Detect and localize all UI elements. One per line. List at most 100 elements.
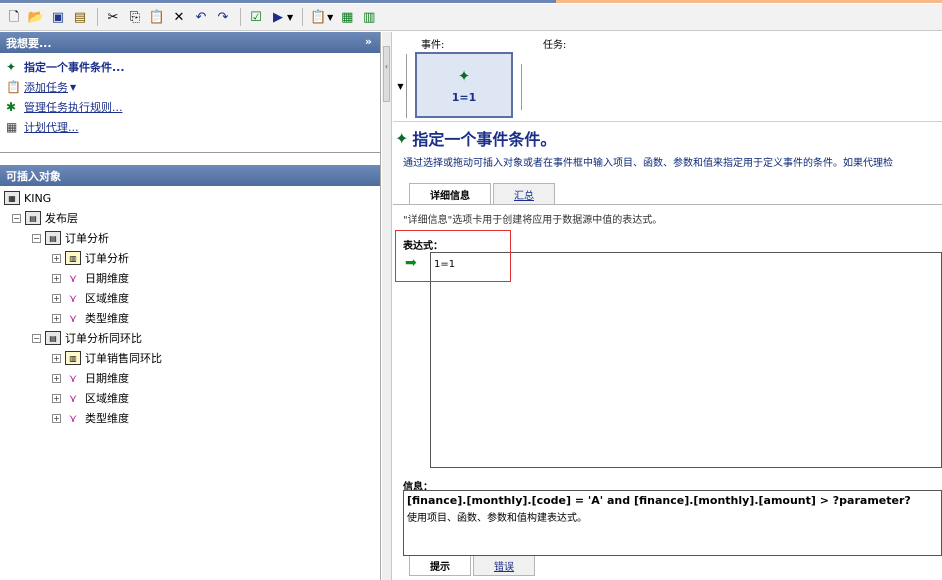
expression-editor[interactable]: 1=1 [430, 252, 942, 468]
expand-icon[interactable]: + [52, 293, 61, 303]
add-task-icon: 📋 [6, 80, 21, 94]
dimension-icon: ⋎ [68, 311, 78, 325]
event-condition-icon: ✦ [6, 60, 17, 74]
query-subject-icon: ▥ [65, 251, 81, 265]
info-hint-text: 使用项目、函数、参数和值构建表达式。 [407, 513, 587, 524]
highlight-rectangle [395, 230, 511, 282]
tab-summary[interactable]: 汇总 [493, 183, 555, 204]
save-all-icon[interactable]: ▤ [70, 7, 90, 27]
toolbar: 🗋 📂 ▣ ▤ ✂ ⎘ 📋 ✕ ↶ ↷ ☑ ▶ ▼ 📋 ▼ ▦ ▥ [0, 4, 942, 31]
tree-node-label: 发布层 [45, 212, 78, 225]
tree-node[interactable]: + ⋎ 类型维度 [4, 308, 380, 328]
tree-node-label: 订单分析 [85, 252, 129, 265]
tree-node-label: 类型维度 [85, 412, 129, 425]
schedule-agent-icon: ▦ [6, 120, 18, 134]
tab-description: "详细信息"选项卡用于创建将应用于数据源中值的表达式。 [403, 215, 663, 226]
tree-node[interactable]: + ▥ 订单分析 [4, 248, 380, 268]
tree-node-label: 订单销售同环比 [85, 352, 162, 365]
event-strip-dropdown-icon[interactable]: ▼ [395, 54, 407, 118]
properties-dropdown-icon[interactable]: ▼ [327, 13, 333, 22]
tree-node-label: 订单分析同环比 [65, 332, 142, 345]
dimension-icon: ⋎ [68, 391, 78, 405]
expand-icon[interactable]: + [52, 313, 61, 323]
validate-icon[interactable]: ☑ [246, 7, 266, 27]
expand-icon[interactable]: + [52, 353, 61, 363]
tree-node-label: 区域维度 [85, 392, 129, 405]
info-box: [finance].[monthly].[code] = 'A' and [fi… [403, 490, 942, 556]
run-icon[interactable]: ▶ [268, 7, 288, 27]
action-manage-task-rules[interactable]: ✱ 管理任务执行规则... [6, 97, 380, 117]
tree-node[interactable]: + ⋎ 区域维度 [4, 388, 380, 408]
tree-node[interactable]: ▦ KING [4, 188, 380, 208]
event-condition-icon: ✦ [395, 128, 409, 148]
event-card[interactable]: ✦ 1=1 [415, 52, 513, 118]
query-subject-icon: ▥ [65, 351, 81, 365]
tree-node-label: 日期维度 [85, 372, 129, 385]
tree-node[interactable]: − ▤ 订单分析 [4, 228, 380, 248]
publish-icon[interactable]: ▦ [337, 7, 357, 27]
report-icon[interactable]: ▥ [359, 7, 379, 27]
expand-icon[interactable]: + [52, 373, 61, 383]
copy-icon[interactable]: ⎘ [125, 7, 145, 27]
namespace-folder-icon: ▤ [45, 231, 61, 245]
tree-node-label: 订单分析 [65, 232, 109, 245]
expand-icon[interactable]: + [52, 253, 61, 263]
actions-list: ✦ 指定一个事件条件... 📋 添加任务 ▼ ✱ 管理任务执行规则... ▦ 计… [0, 53, 380, 153]
left-pane: 我想要... » ✦ 指定一个事件条件... 📋 添加任务 ▼ ✱ 管理任务执行… [0, 32, 381, 580]
action-specify-event-condition[interactable]: ✦ 指定一个事件条件... [6, 57, 380, 77]
paste-icon[interactable]: 📋 [147, 7, 167, 27]
namespace-folder-icon: ▤ [25, 211, 41, 225]
new-icon[interactable]: 🗋 [4, 7, 24, 27]
manage-rules-icon: ✱ [6, 100, 17, 114]
tab-details[interactable]: 详细信息 [409, 183, 491, 204]
event-card-condition: 1=1 [451, 90, 477, 104]
event-label: 事件: [421, 40, 445, 51]
event-condition-icon: ✦ [457, 66, 471, 85]
expand-icon[interactable]: + [52, 393, 61, 403]
add-task-dropdown-icon[interactable]: ▼ [70, 83, 76, 92]
right-pane: 事件: 任务: ▼ ✦ 1=1 ✦ 指定一个事件条件。 通过选择或拖动可插入对象… [393, 32, 942, 580]
tree-node[interactable]: + ⋎ 区域维度 [4, 288, 380, 308]
action-schedule-agent[interactable]: ▦ 计划代理... [6, 117, 380, 137]
tree-node-label: KING [24, 191, 52, 205]
properties-icon[interactable]: 📋 [308, 7, 328, 27]
collapse-icon[interactable]: − [32, 333, 41, 343]
namespace-folder-icon: ▤ [45, 331, 61, 345]
collapse-icon[interactable]: − [12, 213, 21, 223]
tree-node-label: 类型维度 [85, 312, 129, 325]
tab-errors[interactable]: 错误 [473, 556, 535, 576]
page-title: ✦ 指定一个事件条件。 [395, 128, 557, 150]
page-description: 通过选择或拖动可插入对象或者在事件框中输入项目、函数、参数和值来指定用于定义事件… [403, 158, 893, 169]
pane-splitter[interactable]: ‹ [382, 32, 392, 580]
detail-tabs: 详细信息 汇总 [409, 183, 557, 204]
dimension-icon: ⋎ [68, 291, 78, 305]
insertable-objects-tree: ▦ KING − ▤ 发布层 − ▤ 订单分析 + ▥ 订单分析 + ⋎ 日期维度 + ⋎ 区域维度 + ⋎ 类型维度… [0, 186, 380, 428]
tab-tips[interactable]: 提示 [409, 556, 471, 576]
tree-node[interactable]: + ⋎ 类型维度 [4, 408, 380, 428]
tree-node[interactable]: + ⋎ 日期维度 [4, 368, 380, 388]
tree-node[interactable]: − ▤ 发布层 [4, 208, 380, 228]
info-example-expression: [finance].[monthly].[code] = 'A' and [fi… [407, 494, 911, 507]
undo-icon[interactable]: ↶ [191, 7, 211, 27]
cut-icon[interactable]: ✂ [103, 7, 123, 27]
expand-icon[interactable]: + [52, 273, 61, 283]
open-icon[interactable]: 📂 [26, 7, 46, 27]
tree-node[interactable]: − ▤ 订单分析同环比 [4, 328, 380, 348]
dimension-icon: ⋎ [68, 411, 78, 425]
insertable-objects-header: 可插入对象 [0, 165, 380, 186]
collapse-icon[interactable]: − [32, 233, 41, 243]
tree-node[interactable]: + ▥ 订单销售同环比 [4, 348, 380, 368]
package-icon: ▦ [4, 191, 20, 205]
redo-icon[interactable]: ↷ [213, 7, 233, 27]
info-tabs: 提示 错误 [409, 556, 537, 576]
collapse-left-icon[interactable]: ‹ [383, 46, 390, 102]
save-icon[interactable]: ▣ [48, 7, 68, 27]
dimension-icon: ⋎ [68, 371, 78, 385]
action-add-task[interactable]: 📋 添加任务 ▼ [6, 77, 380, 97]
tree-node[interactable]: + ⋎ 日期维度 [4, 268, 380, 288]
expand-icon[interactable]: + [52, 413, 61, 423]
delete-icon[interactable]: ✕ [169, 7, 189, 27]
dimension-icon: ⋎ [68, 271, 78, 285]
collapse-chevron-icon[interactable]: » [365, 35, 372, 48]
run-dropdown-icon[interactable]: ▼ [287, 13, 293, 22]
